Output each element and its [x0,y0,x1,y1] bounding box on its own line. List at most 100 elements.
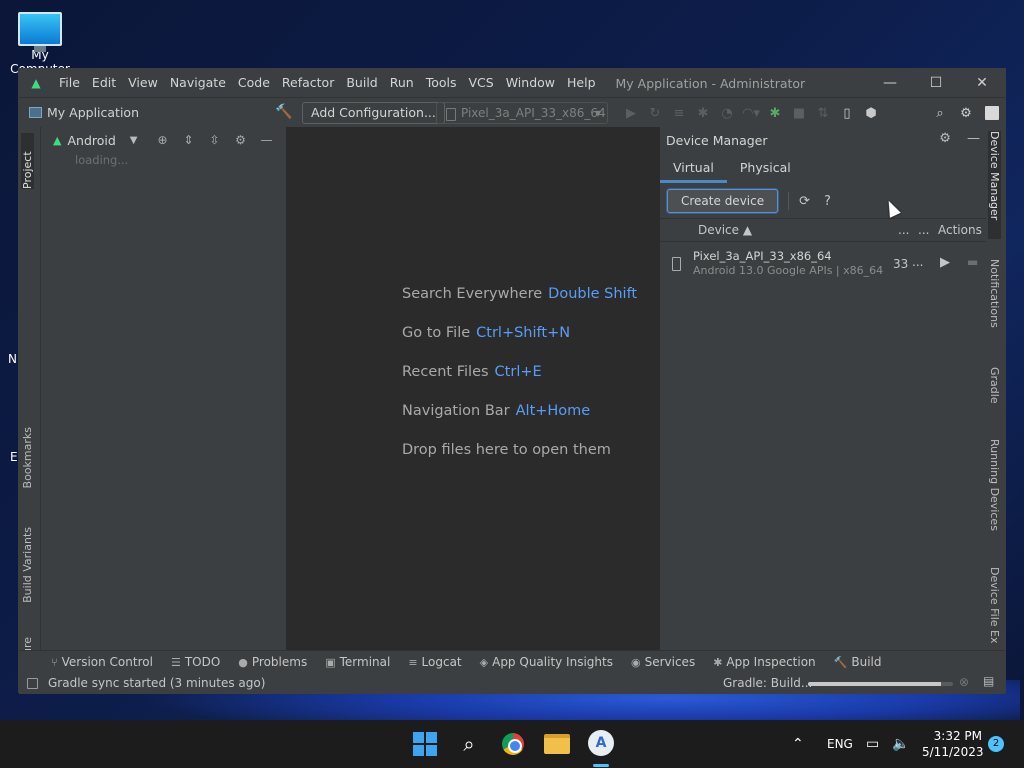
tool-tab-problems[interactable]: ● Problems [238,655,307,669]
folder-icon[interactable]: ▬ [967,255,978,269]
tool-tab-project[interactable]: Project [21,133,34,189]
file-explorer-icon[interactable] [544,734,570,754]
add-configuration-button[interactable]: Add Configuration... [302,102,445,124]
project-folder-icon [29,107,42,118]
create-device-button[interactable]: Create device [667,189,779,213]
gear-icon[interactable]: ⚙ [953,106,979,121]
sort-ascending-icon: ▲ [742,223,753,237]
table-row[interactable]: Pixel_3a_API_33_x86_64 Android 13.0 Goog… [660,247,986,287]
volume-icon[interactable]: 🔈 [892,720,909,768]
hint-shortcut: Ctrl+Shift+N [476,325,571,341]
menu-view[interactable]: View [122,69,164,97]
menu-refactor[interactable]: Refactor [276,69,340,97]
menu-code[interactable]: Code [232,69,276,97]
run-coverage-icon[interactable]: ◠▾ [739,106,763,121]
menu-navigate[interactable]: Navigate [164,69,232,97]
menu-tools[interactable]: Tools [420,69,463,97]
column-size[interactable]: ... [918,223,929,237]
search-icon[interactable]: ⌕ [453,728,485,760]
tab-virtual[interactable]: Virtual [660,153,727,183]
column-device-label: Device [698,223,740,237]
network-icon[interactable]: ▭ [866,720,879,768]
android-studio-taskbar-icon[interactable]: A [588,730,614,756]
refresh-icon[interactable]: ⟳ [799,194,810,209]
menu-run[interactable]: Run [384,69,420,97]
minimize-button[interactable]: — [867,69,913,97]
build-hammer-icon[interactable]: 🔨 [275,104,292,120]
editor-hint: Go to File Ctrl+Shift+N [402,325,570,341]
run-icon[interactable]: ▶ [619,106,643,121]
debug-icon[interactable]: ✱ [691,106,715,121]
tool-tab-device-manager[interactable]: Device Manager [988,131,1001,239]
show-hidden-icons-icon[interactable]: ⌃ [792,720,804,768]
background-task-label[interactable]: Gradle: Build... [723,676,812,690]
tab-physical[interactable]: Physical [727,153,804,183]
gear-icon[interactable]: ⚙ [228,133,254,147]
profile-icon[interactable]: ◔ [715,106,739,121]
start-button[interactable] [413,732,437,756]
my-computer-desktop-icon[interactable]: My Computer [4,8,76,76]
menu-help[interactable]: Help [561,69,602,97]
toggle-tool-windows-icon[interactable] [27,677,38,689]
language-indicator[interactable]: ENG [827,720,853,768]
tool-tab-build[interactable]: 🔨 Build [834,655,882,669]
tool-tab-app-inspection[interactable]: ✱ App Inspection [713,655,815,669]
maximize-button[interactable]: ☐ [913,69,959,97]
tool-tab-bookmarks[interactable]: Bookmarks [21,427,34,488]
column-api[interactable]: ... [898,223,909,237]
expand-all-icon[interactable]: ⇕ [176,133,202,147]
target-icon[interactable]: ⊕ [150,133,176,147]
hide-icon[interactable]: — [967,131,980,146]
close-button[interactable]: ✕ [959,69,1005,97]
notification-badge[interactable]: 2 [988,736,1004,752]
hide-icon[interactable]: — [254,133,280,147]
tool-tab-version-control[interactable]: ⑂ Version Control [51,655,153,669]
status-message[interactable]: Gradle sync started (3 minutes ago) [48,676,265,690]
menu-window[interactable]: Window [500,69,561,97]
project-view-selector[interactable]: Android [67,133,115,148]
clock-date: 5/11/2023 [922,745,984,759]
gear-icon[interactable]: ⚙ [939,131,951,146]
device-name: Pixel_3a_API_33_x86_64 [693,249,832,263]
menu-edit[interactable]: Edit [86,69,122,97]
search-icon[interactable]: ⌕ [927,106,953,121]
tool-tab-gradle[interactable]: Gradle [988,367,1001,404]
device-manager-icon[interactable]: ▯ [835,106,859,121]
account-icon[interactable] [985,106,999,120]
launch-device-icon[interactable]: ▶ [940,255,950,270]
apply-code-changes-icon[interactable]: ≡ [667,106,691,121]
stop-icon[interactable]: ■ [787,106,811,121]
hint-label: Go to File [402,325,471,341]
tool-tab-logcat[interactable]: ≡ Logcat [408,655,461,669]
apply-changes-icon[interactable]: ↻ [643,106,667,121]
chrome-icon[interactable] [502,733,524,755]
title-bar: ▲ File Edit View Navigate Code Refactor … [19,69,1005,97]
sdk-manager-icon[interactable]: ⬢ [859,106,883,121]
chevron-down-icon[interactable]: ▼ [130,135,138,146]
tool-tab-notifications[interactable]: Notifications [988,259,1001,328]
background-task-progress[interactable] [808,682,953,686]
menu-file[interactable]: File [53,69,86,97]
tool-tab-todo[interactable]: ☰ TODO [171,655,220,669]
help-icon[interactable]: ? [824,194,831,209]
column-device[interactable]: Device ▲ [698,223,752,237]
tool-tab-build-variants[interactable]: Build Variants [21,527,34,603]
project-breadcrumb[interactable]: My Application [29,105,139,120]
cancel-task-icon[interactable]: ⊗ [959,675,969,689]
tool-tab-device-file-explorer[interactable]: Device File Ex [988,567,1001,643]
branch-icon: ⑂ [51,655,58,669]
diamond-icon: ◈ [479,655,489,669]
tool-tab-services[interactable]: ◉ Services [631,655,695,669]
system-clock[interactable]: 3:32 PM 5/11/2023 [922,728,984,760]
event-log-icon[interactable]: ▤ [983,674,994,688]
device-more: ... [912,255,924,269]
attach-debugger-icon[interactable]: ✱ [763,106,787,121]
tool-tab-app-quality-insights[interactable]: ◈ App Quality Insights [480,655,613,669]
device-selector[interactable]: Pixel_3a_API_33_x86_64 ▾ [436,102,608,124]
menu-vcs[interactable]: VCS [463,69,500,97]
collapse-all-icon[interactable]: ⇳ [202,133,228,147]
tool-tab-terminal[interactable]: ▣ Terminal [325,655,390,669]
sync-gradle-icon[interactable]: ⇅ [811,106,835,121]
tool-tab-running-devices[interactable]: Running Devices [988,439,1001,531]
menu-build[interactable]: Build [340,69,383,97]
